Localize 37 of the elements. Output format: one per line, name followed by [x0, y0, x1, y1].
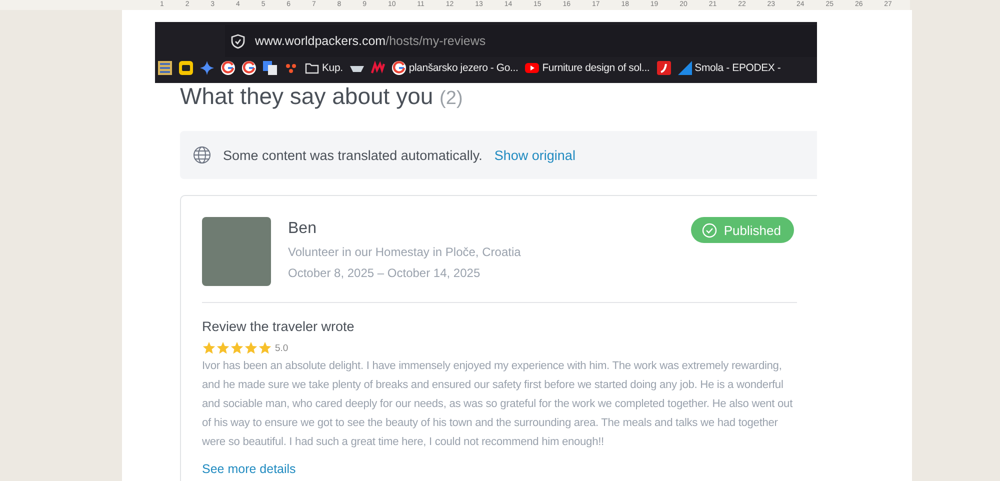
translate-icon	[263, 61, 277, 75]
striped-square-icon	[158, 61, 172, 75]
see-more-link[interactable]: See more details	[202, 462, 296, 476]
app-logo-icon	[179, 61, 193, 75]
shield-icon	[231, 34, 245, 48]
google-g-icon	[221, 61, 235, 75]
google-g-icon	[392, 61, 406, 75]
show-original-link[interactable]: Show original	[494, 148, 576, 162]
section-title: Review the traveler wrote	[202, 319, 356, 334]
bookmark[interactable]: Smola - EPODEX -	[678, 61, 781, 75]
address-bar[interactable]: www.worldpackers.com/hosts/my-reviews	[225, 25, 817, 57]
dots-icon	[284, 61, 298, 75]
check-circle-icon	[702, 222, 717, 238]
bookmark[interactable]: Furniture design of sol...	[525, 61, 650, 75]
google-g-icon	[242, 61, 256, 75]
star-icon	[230, 341, 244, 355]
triangle-icon	[678, 61, 692, 75]
page-heading: What they say about you (2)	[180, 83, 464, 111]
bookmark[interactable]: planšarsko jezero - Go...	[392, 61, 518, 75]
reviewer-name: Ben	[288, 220, 318, 238]
sparkle-icon	[200, 61, 214, 75]
star-icon	[202, 341, 216, 355]
star-icon	[258, 341, 272, 355]
stay-dates: October 8, 2025 – October 14, 2025	[288, 266, 482, 280]
star-icon	[244, 341, 258, 355]
play-icon	[525, 61, 540, 75]
bookmark[interactable]: Kup.	[305, 61, 343, 75]
review-text: Ivor has been an absolute delight. I have immensely enjoyed my experience with him. The work was extremely rewarding, and he made sure we take plenty of breaks and ensured our safety first before we started doing any job. He is a wonderful and sociable man, who cared deeply for our needs, as was so grateful for the work we completed together. He also went out of his way to ensure we got to see the beauty of his town and the surrounding area. The meals and talks we had together were so beautiful. I had such a great time here, I could not recommend him enough!!	[202, 359, 794, 450]
url-text: www.worldpackers.com/hosts/my-reviews	[255, 34, 486, 48]
volunteer-role: Volunteer in our Homestay in Ploče, Croatia	[288, 245, 522, 259]
globe-icon	[193, 146, 211, 164]
star-icon	[216, 341, 230, 355]
notice-text: Some content was translated automatically.	[223, 148, 482, 162]
rating-value: 5.0	[275, 342, 288, 354]
photo-placeholder	[202, 217, 271, 286]
folder-icon	[305, 61, 319, 75]
status-badge: Published	[690, 217, 794, 243]
